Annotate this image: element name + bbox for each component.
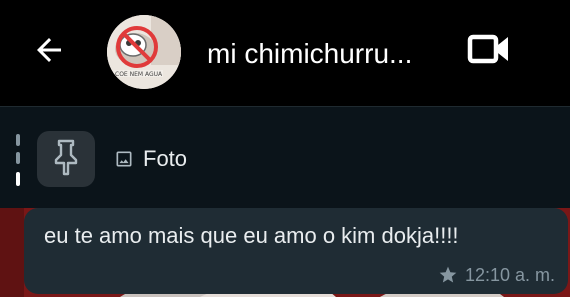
avatar[interactable]: COE NEM AGUA bbox=[107, 15, 181, 89]
star-icon bbox=[438, 265, 458, 285]
message-bubble[interactable]: eu te amo mais que eu amo o kim dokja!!!… bbox=[24, 208, 568, 294]
chat-title[interactable]: mi chimichurru... bbox=[207, 34, 437, 74]
pinned-preview[interactable]: Foto bbox=[114, 145, 187, 173]
message-meta: 12:10 a. m. bbox=[438, 264, 555, 286]
chat-screen: COE NEM AGUA mi chimichurru... Foto eu t… bbox=[0, 0, 570, 297]
photo-icon bbox=[114, 149, 134, 169]
arrow-left-icon bbox=[31, 32, 67, 73]
video-call-button[interactable] bbox=[460, 26, 518, 76]
pinned-message-bar[interactable]: Foto bbox=[0, 106, 570, 208]
message-timestamp: 12:10 a. m. bbox=[464, 265, 555, 285]
chat-area: eu te amo mais que eu amo o kim dokja!!!… bbox=[0, 208, 570, 297]
back-button[interactable] bbox=[24, 27, 74, 77]
pin-button[interactable] bbox=[37, 131, 95, 187]
message-text: eu te amo mais que eu amo o kim dokja!!!… bbox=[44, 223, 459, 248]
pinned-position-indicator bbox=[16, 134, 20, 186]
pin-icon bbox=[51, 138, 81, 181]
chat-header: COE NEM AGUA mi chimichurru... bbox=[0, 0, 570, 106]
svg-text:COE NEM AGUA: COE NEM AGUA bbox=[115, 71, 163, 78]
pinned-label: Foto bbox=[143, 146, 188, 171]
video-camera-icon bbox=[467, 32, 511, 71]
